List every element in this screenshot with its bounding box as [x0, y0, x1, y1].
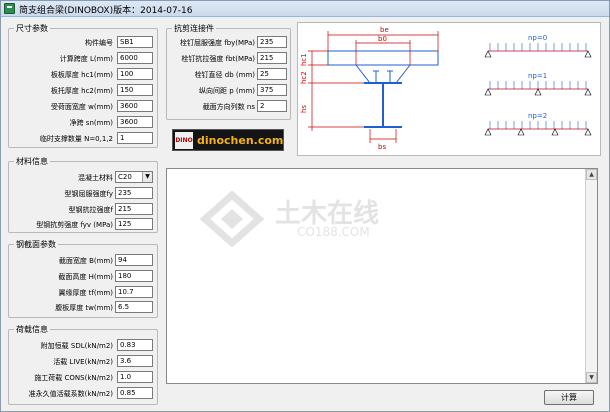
- stud-tensile-label: 栓钉抗拉强度 fbt(MPa): [181, 55, 255, 63]
- stud-diameter-field[interactable]: 25: [257, 68, 287, 80]
- steel-section-group: 钢截面参数 截面宽度 B(mm) 94 截面高度 H(mm) 180 翼缘厚度 …: [8, 239, 158, 318]
- live-load-field[interactable]: 3.6: [117, 355, 153, 367]
- span-field[interactable]: 6000: [117, 52, 153, 64]
- watermark-logo-icon: [199, 190, 265, 248]
- loads-group: 荷载信息 附加恒载 SDL(kN/m2) 0.83 活载 LIVE(kN/m2)…: [8, 324, 158, 405]
- web-thickness-label: 腹板厚度 tw(mm): [55, 304, 113, 312]
- b0-label: b0: [378, 35, 387, 43]
- steel-tensile-field[interactable]: 215: [115, 203, 153, 215]
- section-height-field[interactable]: 180: [115, 270, 153, 282]
- loads-label: 荷载信息: [14, 324, 50, 335]
- haunch-outline: [355, 64, 411, 84]
- stud-rows-label: 截面方向列数 ns: [202, 103, 255, 111]
- output-scrollbar[interactable]: ▲ ▼: [585, 169, 597, 383]
- span-label: 计算跨度 L(mm): [59, 55, 113, 63]
- stud-spacing-label: 纵向间距 p (mm): [199, 87, 255, 95]
- load-width-label: 受荷面宽度 w(mm): [50, 103, 113, 111]
- stud-yield-field[interactable]: 235: [257, 36, 287, 48]
- temp-support-label: 临时支撑数量 N=0,1,2: [39, 135, 113, 143]
- watermark: 土木在线 CO188.COM: [197, 190, 417, 251]
- section-width-label: 截面宽度 B(mm): [58, 257, 113, 265]
- dinochen-logo[interactable]: DINO dinochen.com: [172, 129, 284, 151]
- concrete-value: C20: [118, 173, 132, 181]
- quasi-permanent-label: 准永久值活载系数(kN/m2): [28, 390, 113, 398]
- load-width-field[interactable]: 3600: [117, 100, 153, 112]
- scroll-up-icon[interactable]: ▲: [586, 169, 597, 180]
- stud-rows-field[interactable]: 2: [257, 100, 287, 112]
- member-id-field[interactable]: SB1: [117, 36, 153, 48]
- np1-label: np=1: [528, 72, 547, 80]
- web-thickness-field[interactable]: 6.5: [115, 301, 153, 313]
- slab-thickness-label: 板板厚度 hc1(mm): [50, 71, 113, 79]
- steel-section-label: 钢截面参数: [14, 239, 58, 250]
- hc2-label: hc2: [300, 71, 308, 84]
- steel-yield-label: 型钢屈服强度fy: [64, 190, 113, 198]
- title-bar: 简支组合梁(DINOBOX)版本：2014-07-16: [1, 1, 609, 17]
- app-window: 简支组合梁(DINOBOX)版本：2014-07-16 尺寸参数 构件编号 SB…: [0, 0, 610, 412]
- calculate-button[interactable]: 计算: [544, 390, 594, 405]
- flange-thickness-field[interactable]: 10.7: [115, 286, 153, 298]
- concrete-label: 混凝土材料: [78, 174, 113, 182]
- hs-label: hs: [300, 105, 308, 113]
- haunch-thickness-field[interactable]: 150: [117, 84, 153, 96]
- shear-connector-label: 抗剪连接件: [172, 23, 216, 34]
- live-load-label: 活载 LIVE(kN/m2): [53, 358, 113, 366]
- sdl-field[interactable]: 0.83: [117, 339, 153, 351]
- construction-load-label: 施工荷载 CONS(kN/m2): [34, 374, 113, 382]
- stud-yield-label: 栓钉屈服强度 fby(MPa): [180, 39, 255, 47]
- clear-span-field[interactable]: 3600: [117, 116, 153, 128]
- member-id-label: 构件编号: [85, 39, 113, 47]
- temp-support-field[interactable]: 1: [117, 132, 153, 144]
- hc1-label: hc1: [300, 53, 308, 66]
- dino-logo-icon: DINO: [175, 132, 193, 149]
- scroll-down-icon[interactable]: ▼: [586, 372, 597, 383]
- steel-yield-field[interactable]: 235: [115, 187, 153, 199]
- material-group: 材料信息 混凝土材料 C20 ▼ 型钢屈服强度fy 235 型钢抗拉强度f 21…: [8, 156, 158, 233]
- logo-text: dinochen.com: [197, 134, 284, 147]
- quasi-permanent-field[interactable]: 0.85: [117, 387, 153, 399]
- window-title: 简支组合梁(DINOBOX)版本：2014-07-16: [19, 6, 193, 16]
- section-height-label: 截面高度 H(mm): [58, 273, 113, 281]
- steel-shear-label: 型钢抗剪强度 fyv (MPa): [36, 221, 113, 229]
- watermark-sub: CO188.COM: [297, 225, 370, 239]
- steel-shear-field[interactable]: 125: [115, 218, 153, 230]
- stud-diameter-label: 栓钉直径 db (mm): [194, 71, 255, 79]
- shear-connector-group: 抗剪连接件 栓钉屈服强度 fby(MPa) 235 栓钉抗拉强度 fbt(MPa…: [166, 23, 291, 120]
- clear-span-label: 净跨 sn(mm): [69, 119, 113, 127]
- slab-thickness-field[interactable]: 100: [117, 68, 153, 80]
- slab-outline: [327, 50, 439, 66]
- construction-load-field[interactable]: 1.0: [117, 371, 153, 383]
- steel-tensile-label: 型钢抗拉强度f: [68, 206, 113, 214]
- sdl-label: 附加恒载 SDL(kN/m2): [40, 342, 113, 350]
- bs-label: bs: [378, 143, 386, 151]
- section-diagram: be b0 hc1 hc2 hs bs np=0 np=1 np=2: [297, 22, 601, 156]
- flange-thickness-label: 翼缘厚度 tf(mm): [58, 289, 113, 297]
- section-width-field[interactable]: 94: [115, 254, 153, 266]
- haunch-thickness-label: 板托厚度 hc2(mm): [50, 87, 113, 95]
- stud-spacing-field[interactable]: 375: [257, 84, 287, 96]
- result-output-area[interactable]: 土木在线 CO188.COM ▲ ▼: [166, 168, 598, 384]
- stud-tensile-field[interactable]: 215: [257, 52, 287, 64]
- np0-label: np=0: [528, 34, 547, 42]
- app-icon: [4, 3, 15, 14]
- size-params-label: 尺寸参数: [14, 23, 50, 34]
- material-label: 材料信息: [14, 156, 50, 167]
- chevron-down-icon[interactable]: ▼: [142, 172, 152, 182]
- np2-label: np=2: [528, 112, 547, 120]
- concrete-select[interactable]: C20 ▼: [115, 171, 153, 183]
- composite-section-drawing: be b0 hc1 hc2 hs bs np=0 np=1 np=2: [300, 26, 592, 151]
- be-label: be: [380, 26, 389, 34]
- size-params-group: 尺寸参数 构件编号 SB1 计算跨度 L(mm) 6000 板板厚度 hc1(m…: [8, 23, 158, 148]
